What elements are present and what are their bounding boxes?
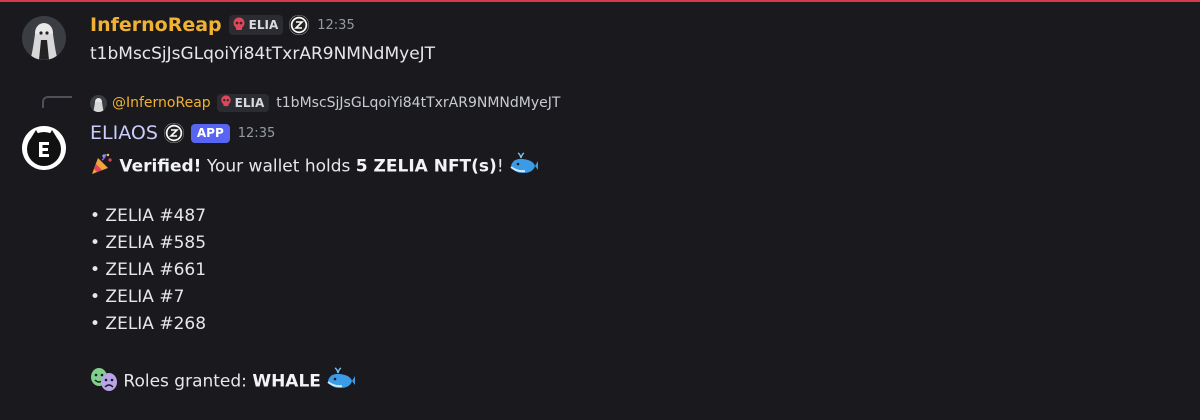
skull-icon — [220, 95, 232, 111]
skull-icon — [232, 16, 246, 35]
verified-line: Verified! Your wallet holds 5 ZELIA NFT(… — [90, 152, 539, 181]
reply-avatar — [90, 94, 107, 112]
list-item: • ZELIA #585 — [90, 233, 207, 253]
list-item: • ZELIA #487 — [90, 206, 207, 226]
timestamp[interactable]: 12:35 — [317, 18, 354, 33]
message-eliaos: ELIAOS APP 12:35 Verified! Your wallet h… — [0, 110, 1200, 410]
list-item: • ZELIA #661 — [90, 260, 207, 280]
party-popper-icon — [90, 152, 114, 181]
roles-line: Roles granted: WHALE — [90, 366, 356, 397]
verified-label: Verified! — [119, 156, 202, 177]
avatar[interactable] — [22, 16, 66, 60]
reply-role-label: ELIA — [234, 96, 265, 110]
performing-arts-icon — [90, 366, 118, 397]
message-inferno: InfernoReap ELIA 12:35 t1bMscSjJsGLqoiYi… — [0, 0, 1200, 80]
roles-value: WHALE — [252, 371, 321, 392]
list-item: • ZELIA #7 — [90, 287, 185, 307]
whale-icon — [509, 152, 539, 181]
reply-text: t1bMscSjJsGLqoiYi84tTxrAR9NMNdMyeJT — [276, 95, 561, 111]
reply-spine — [42, 96, 72, 108]
avatar[interactable] — [22, 126, 66, 170]
zelia-coin-icon — [163, 123, 184, 143]
role-label: ELIA — [248, 18, 279, 32]
zelia-coin-icon — [289, 15, 310, 35]
message-text: t1bMscSjJsGLqoiYi84tTxrAR9NMNdMyeJT — [90, 44, 436, 64]
username[interactable]: ELIAOS — [90, 122, 158, 144]
exclaim: ! — [496, 156, 504, 177]
timestamp[interactable]: 12:35 — [238, 126, 275, 141]
role-tag[interactable]: ELIA — [228, 15, 284, 35]
verified-text: Your wallet holds — [201, 156, 356, 177]
list-item: • ZELIA #268 — [90, 314, 207, 334]
nft-count: 5 ZELIA NFT(s) — [355, 156, 497, 177]
roles-prefix: Roles granted: — [123, 371, 253, 392]
whale-icon — [326, 367, 356, 396]
reply-username[interactable]: @InfernoReap — [112, 95, 211, 111]
app-badge: APP — [190, 123, 230, 143]
username[interactable]: InfernoReap — [90, 14, 222, 36]
